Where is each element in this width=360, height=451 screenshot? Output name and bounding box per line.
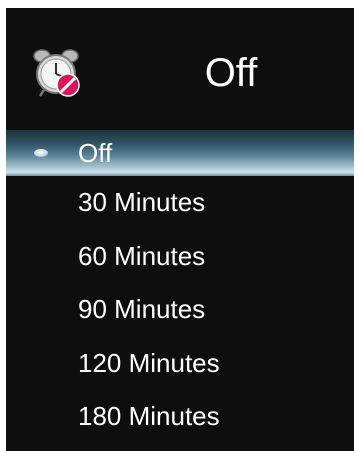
header-title: Off: [204, 51, 258, 95]
timer-option-label: 60 Minutes: [78, 240, 206, 271]
selected-bullet-icon: [34, 149, 48, 157]
timer-option-label: 30 Minutes: [78, 187, 206, 217]
sleep-timer-panel: Off Off 30 Minutes 60 Minutes 90 Minutes…: [6, 8, 354, 451]
timer-option-off[interactable]: Off: [6, 130, 354, 176]
timer-option-label: 90 Minutes: [78, 294, 206, 324]
timer-option-60-minutes[interactable]: 60 Minutes: [6, 230, 354, 284]
timer-option-label: 180 Minutes: [78, 401, 220, 431]
header: Off: [6, 8, 354, 130]
timer-option-30-minutes[interactable]: 30 Minutes: [6, 176, 354, 230]
timer-option-label: Off: [78, 138, 113, 168]
timer-option-90-minutes[interactable]: 90 Minutes: [6, 283, 354, 337]
timer-option-label: 120 Minutes: [78, 347, 220, 378]
timer-options-list: Off 30 Minutes 60 Minutes 90 Minutes 120…: [6, 130, 354, 444]
alarm-clock-off-icon: [33, 49, 80, 97]
timer-option-180-minutes[interactable]: 180 Minutes: [6, 390, 354, 444]
timer-option-120-minutes[interactable]: 120 Minutes: [6, 337, 354, 391]
